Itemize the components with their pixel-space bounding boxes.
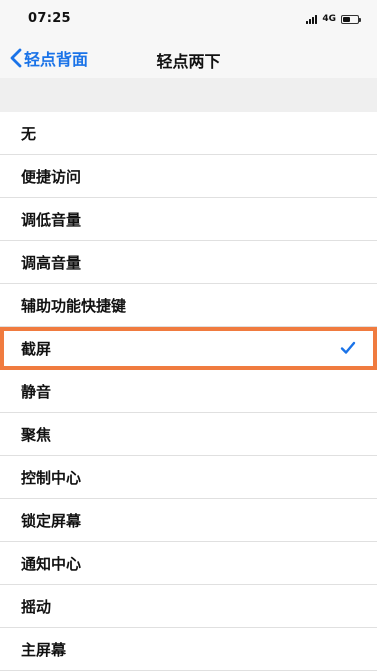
- list-item[interactable]: 调高音量: [0, 241, 377, 284]
- checkmark-icon: [340, 341, 356, 354]
- option-label: 主屏幕: [21, 640, 67, 659]
- list-item[interactable]: 聚焦: [0, 413, 377, 456]
- list-item[interactable]: 调低音量: [0, 198, 377, 241]
- option-label: 摇动: [21, 597, 52, 616]
- option-label: 辅助功能快捷键: [21, 296, 127, 315]
- option-label: 控制中心: [21, 468, 82, 487]
- list-item[interactable]: 锁定屏幕: [0, 499, 377, 542]
- back-label: 轻点背面: [24, 50, 89, 69]
- option-label: 调低音量: [21, 210, 82, 229]
- list-item[interactable]: 无: [0, 112, 377, 155]
- option-label: 无: [21, 124, 37, 143]
- option-label: 通知中心: [21, 554, 82, 573]
- option-label: 截屏: [21, 339, 52, 358]
- list-item[interactable]: 控制中心: [0, 456, 377, 499]
- option-label: 便捷访问: [21, 167, 82, 186]
- list-item[interactable]: 便捷访问: [0, 155, 377, 198]
- options-list: 无便捷访问调低音量调高音量辅助功能快捷键 截屏静音聚焦控制中心锁定屏幕通知中心摇动…: [0, 112, 377, 671]
- status-bar: 07:25 4G: [0, 0, 377, 38]
- list-item[interactable]: 通知中心: [0, 542, 377, 585]
- list-item[interactable]: 摇动: [0, 585, 377, 628]
- chevron-left-icon: [10, 48, 22, 68]
- list-item[interactable]: 静音: [0, 370, 377, 413]
- navigation-bar: 轻点背面 轻点两下: [0, 38, 377, 78]
- list-item[interactable]: 主屏幕: [0, 628, 377, 671]
- battery-level: [343, 16, 350, 22]
- option-label: 锁定屏幕: [21, 511, 82, 530]
- status-indicators: 4G: [306, 12, 361, 26]
- back-button[interactable]: 轻点背面: [10, 45, 88, 71]
- option-label: 聚焦: [21, 425, 52, 444]
- cellular-signal-icon: [306, 14, 318, 24]
- option-label: 静音: [21, 382, 52, 401]
- section-header-spacer: [0, 78, 377, 112]
- option-label: 调高音量: [21, 253, 82, 272]
- network-type: 4G: [322, 14, 336, 24]
- list-item[interactable]: 辅助功能快捷键: [0, 284, 377, 327]
- battery-icon: [341, 14, 361, 24]
- status-time: 07:25: [28, 11, 71, 26]
- list-item[interactable]: 截屏: [0, 327, 377, 370]
